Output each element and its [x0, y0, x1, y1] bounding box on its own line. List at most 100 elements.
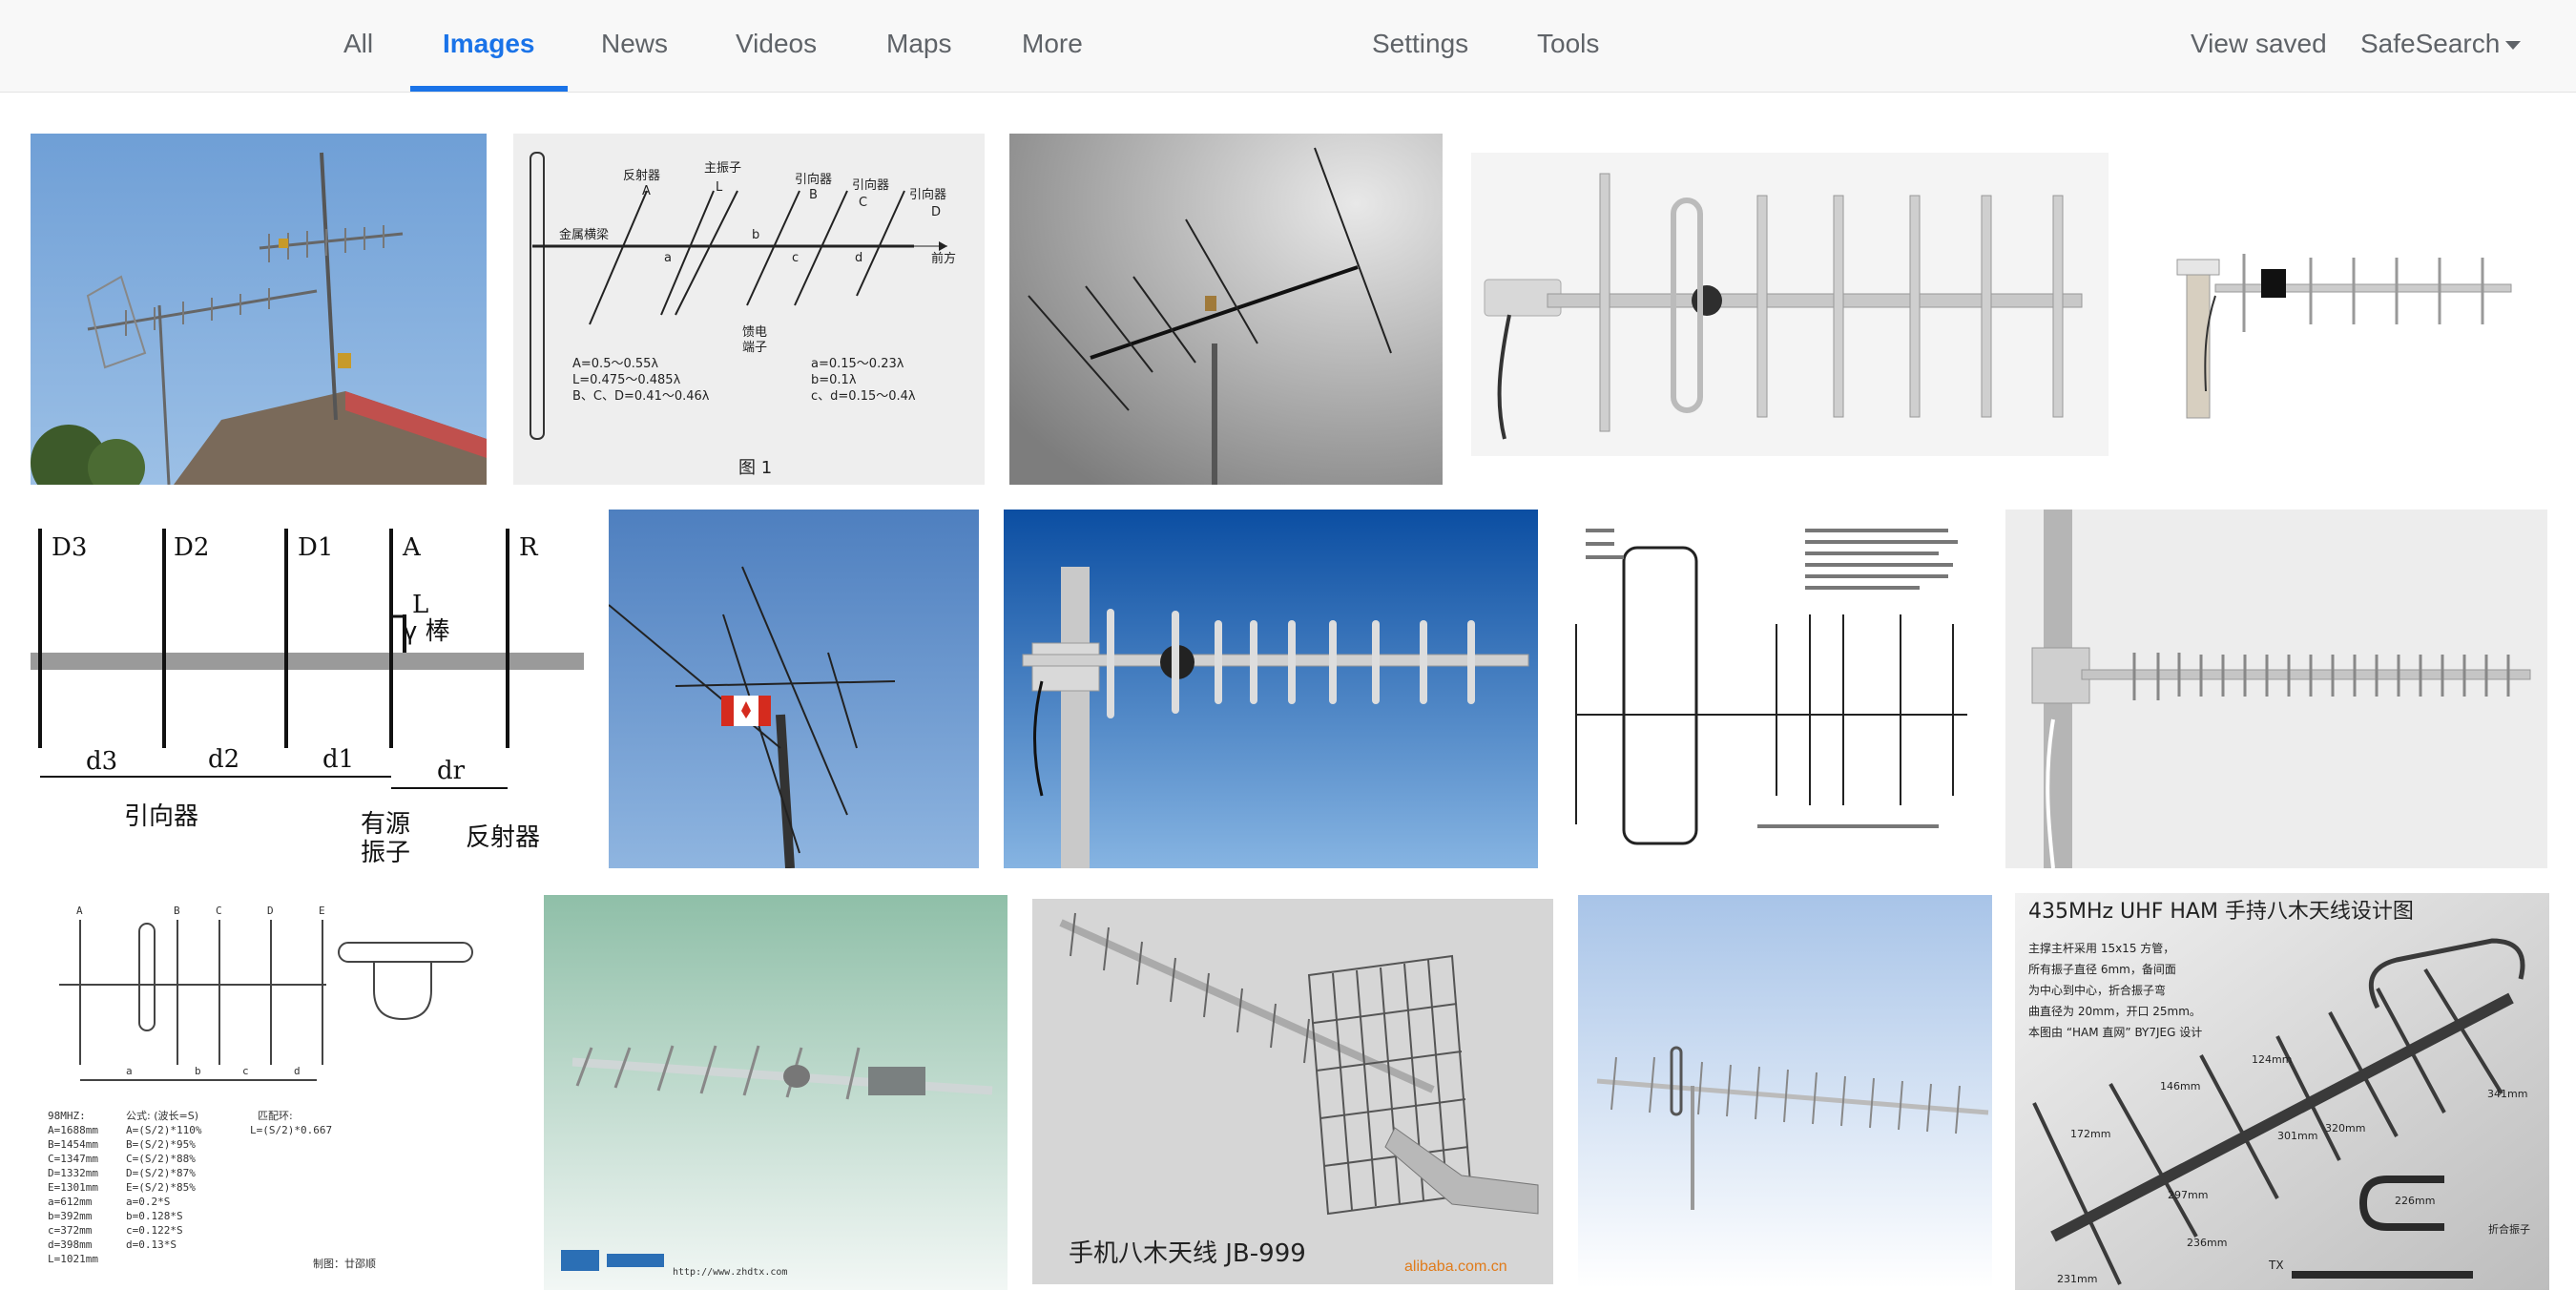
- spec-line: d=0.13*S: [126, 1238, 177, 1251]
- image-result[interactable]: A B C D E a b c d 98MHZ: A=1688mm B=1454…: [31, 893, 513, 1282]
- design-note: 所有振子直径 6mm，备间面: [2028, 963, 2176, 976]
- tab-maps[interactable]: Maps: [886, 0, 951, 92]
- spec-line: 98MHZ:: [48, 1110, 86, 1122]
- spec-line: d=398mm: [48, 1238, 93, 1251]
- result-image-dimension-diagram: D3 D2 D1 A R L γ 棒 d3 d2 d1 dr 引向器 有源 振子…: [31, 510, 584, 868]
- rod-label: γ 棒: [403, 617, 450, 646]
- dimension-label: 236mm: [2187, 1237, 2227, 1249]
- spec-line: c=0.122*S: [126, 1224, 183, 1237]
- spec-line: L=(S/2)*0.667: [250, 1124, 332, 1136]
- diagram-label: b: [752, 228, 759, 242]
- safesearch-label: SafeSearch: [2360, 29, 2501, 58]
- caret-down-icon: [2505, 41, 2522, 51]
- spec-line: C=1347mm: [48, 1153, 98, 1165]
- image-result[interactable]: [1004, 510, 1538, 868]
- spec-line: C=(S/2)*88%: [126, 1153, 196, 1165]
- formula: B、C、D=0.41～0.46λ: [572, 389, 710, 404]
- dimension-label: d1: [322, 745, 354, 774]
- dimension-label: 231mm: [2057, 1273, 2097, 1285]
- tab-news[interactable]: News: [601, 0, 668, 92]
- result-image-schematic: [1567, 510, 1990, 868]
- spec-line: B=1454mm: [48, 1138, 98, 1151]
- tab-images[interactable]: Images: [443, 0, 535, 92]
- spec-line: b=392mm: [48, 1210, 93, 1222]
- image-result[interactable]: [1567, 510, 1990, 868]
- bottom-label: 引向器: [124, 802, 198, 831]
- dimension-label: 226mm: [2395, 1195, 2435, 1207]
- diagram-label: 金属横梁: [559, 227, 609, 242]
- dimension-label: d2: [208, 745, 239, 774]
- image-result[interactable]: [609, 510, 979, 868]
- dimension-label: dr: [437, 757, 466, 785]
- result-image-teal-yagi: http://www.zhdtx.com: [544, 895, 1008, 1290]
- diagram-label: L: [716, 180, 723, 195]
- diagram-label: 主振子: [704, 161, 741, 176]
- tab-more[interactable]: More: [1022, 0, 1083, 92]
- spec-line: D=(S/2)*87%: [126, 1167, 196, 1179]
- dimension-label: 320mm: [2325, 1122, 2365, 1134]
- top-nav-bar: All Images News Videos Maps More Setting…: [0, 0, 2576, 93]
- spec-line: 匹配环:: [258, 1110, 293, 1122]
- diagram-label: 前方: [931, 251, 956, 266]
- diagram-label: c: [792, 251, 799, 265]
- tab-all[interactable]: All: [343, 0, 373, 92]
- settings-link[interactable]: Settings: [1372, 0, 1468, 92]
- view-saved-link[interactable]: View saved: [2191, 0, 2327, 92]
- figure-caption: 图 1: [738, 458, 772, 478]
- element-letter: C: [216, 905, 222, 917]
- image-result[interactable]: [1471, 153, 2109, 456]
- bottom-label: TX: [2268, 1259, 2284, 1272]
- result-image-lightblue-yagi: [1578, 895, 1992, 1288]
- element-letter: D: [267, 905, 274, 917]
- tools-link[interactable]: Tools: [1537, 0, 1599, 92]
- bottom-label: 反射器: [466, 823, 540, 852]
- image-result[interactable]: 435MHz UHF HAM 手持八木天线设计图 主撑主杆采用 15x15 方管…: [2015, 893, 2549, 1290]
- design-note: 为中心到中心，折合振子弯: [2028, 983, 2166, 997]
- diagram-label: d: [855, 251, 862, 265]
- diagram-label: 引向器: [909, 187, 946, 202]
- dimension-label: c: [242, 1065, 249, 1077]
- spec-line: a=0.2*S: [126, 1196, 170, 1208]
- result-image-small-yagi: [2158, 191, 2534, 429]
- dimension-label: 341mm: [2487, 1088, 2527, 1100]
- image-result[interactable]: [2158, 191, 2534, 429]
- result-image-blue-yagi: [1004, 510, 1538, 868]
- formula: A=0.5～0.55λ: [572, 357, 658, 371]
- element-label: A: [402, 533, 422, 562]
- formula: a=0.15～0.23λ: [811, 357, 904, 371]
- diagram-label: A: [642, 184, 651, 198]
- dimension-label: a: [126, 1065, 133, 1077]
- spec-line: E=1301mm: [48, 1181, 98, 1194]
- image-result[interactable]: [31, 134, 487, 485]
- dimension-label: 301mm: [2277, 1130, 2317, 1142]
- tab-videos[interactable]: Videos: [736, 0, 817, 92]
- element-letter: E: [319, 905, 325, 917]
- image-result[interactable]: 反射器 主振子 引向器 引向器 引向器 A L B C D 金属横梁 前方 馈电…: [513, 134, 985, 485]
- product-caption: 手机八木天线 JB-999: [1069, 1239, 1306, 1268]
- image-result[interactable]: [1009, 134, 1443, 485]
- dimension-label: 172mm: [2070, 1128, 2110, 1140]
- element-letter: A: [76, 905, 83, 917]
- result-image-grey-antenna: [1009, 134, 1443, 485]
- diagram-label: C: [859, 196, 867, 210]
- diagram-label: 引向器: [795, 172, 832, 187]
- active-tab-indicator: [410, 86, 568, 92]
- result-image-flag-antenna: [609, 510, 979, 868]
- design-note: 本图由 “HAM 直网” BY7JEG 设计: [2028, 1026, 2202, 1039]
- design-note: 主撑主杆采用 15x15 方管，: [2028, 941, 2174, 955]
- diagram-label: 端子: [742, 341, 767, 355]
- diagram-label: B: [809, 188, 818, 202]
- spec-line: A=1688mm: [48, 1124, 98, 1136]
- image-result[interactable]: http://www.zhdtx.com: [544, 895, 1008, 1290]
- element-label: D2: [174, 533, 209, 562]
- image-result[interactable]: [2005, 510, 2547, 868]
- safesearch-menu[interactable]: SafeSearch: [2360, 0, 2522, 92]
- result-image-long-yagi: [2005, 510, 2547, 868]
- element-label: D1: [298, 533, 333, 562]
- image-result[interactable]: D3 D2 D1 A R L γ 棒 d3 d2 d1 dr 引向器 有源 振子…: [31, 510, 584, 868]
- result-image-formula-diagram: A B C D E a b c d 98MHZ: A=1688mm B=1454…: [31, 893, 513, 1282]
- image-result[interactable]: [1578, 895, 1992, 1288]
- image-result[interactable]: 手机八木天线 JB-999 alibaba.com.cn: [1032, 899, 1553, 1284]
- credit-text: 制图：廿邵顺: [313, 1258, 376, 1270]
- spec-line: L=1021mm: [48, 1253, 98, 1265]
